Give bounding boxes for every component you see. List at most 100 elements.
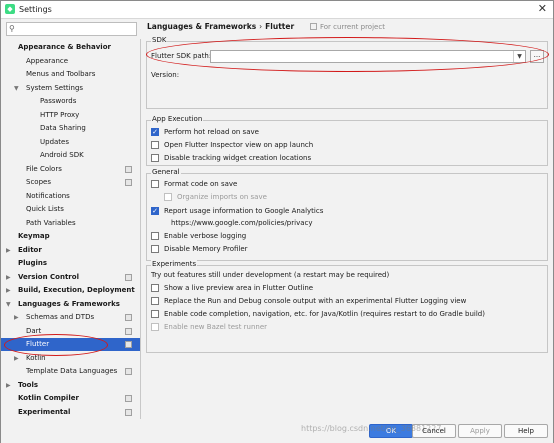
privacy-link[interactable]: https://www.google.com/policies/privacy xyxy=(171,218,313,229)
disable-tracking-checkbox[interactable] xyxy=(151,154,159,162)
experiments-title: Experiments xyxy=(151,260,198,268)
tree-item-android-sdk[interactable]: Android SDK xyxy=(1,149,140,162)
settings-search-input[interactable]: ⚲ xyxy=(6,22,137,36)
live-preview-checkbox[interactable] xyxy=(151,284,159,292)
chevron-down-icon[interactable]: ▼ xyxy=(513,51,525,62)
general-title: General xyxy=(151,168,181,176)
breadcrumb: Languages & Frameworks › Flutter xyxy=(147,22,294,31)
tree-item-version-control[interactable]: ▶ Version Control xyxy=(1,271,140,284)
experiments-intro-text: Try out features still under development… xyxy=(151,271,390,279)
collapse-arrow-icon[interactable]: ▶ xyxy=(6,379,11,392)
tree-item-label: Flutter xyxy=(26,340,50,348)
logging-view-label: Replace the Run and Debug console output… xyxy=(164,297,467,305)
tree-item-label: Languages & Frameworks xyxy=(18,299,120,308)
verbose-logging-checkbox[interactable] xyxy=(151,232,159,240)
hot-reload-checkbox[interactable]: ✓ xyxy=(151,128,159,136)
tree-item-label: HTTP Proxy xyxy=(40,110,80,119)
tree-item-notifications[interactable]: Notifications xyxy=(1,190,140,203)
flutter-settings-panel: Languages & Frameworks › Flutter For curre… xyxy=(142,20,553,418)
tree-item-appearance-behavior[interactable]: Appearance & Behavior xyxy=(1,41,140,54)
tree-item-kotlin[interactable]: ▶ Kotlin xyxy=(1,352,140,365)
open-inspector-checkbox[interactable] xyxy=(151,141,159,149)
java-kotlin-checkbox[interactable] xyxy=(151,310,159,318)
bazel-runner-label: Enable new Bazel test runner xyxy=(164,323,268,331)
close-icon[interactable]: ✕ xyxy=(538,2,547,15)
browse-sdk-button[interactable]: ... xyxy=(530,50,544,63)
project-scope-icon xyxy=(125,179,132,186)
tree-item-label: Updates xyxy=(40,137,69,146)
tree-item-build-execution-deployment[interactable]: ▶ Build, Execution, Deployment xyxy=(1,284,140,297)
tree-item-languages-frameworks[interactable]: ▼ Languages & Frameworks xyxy=(1,298,140,311)
project-icon xyxy=(310,23,317,30)
tree-item-kotlin-compiler[interactable]: Kotlin Compiler xyxy=(1,392,140,405)
report-usage-checkbox[interactable]: ✓ xyxy=(151,207,159,215)
collapse-arrow-icon[interactable]: ▶ xyxy=(14,352,19,365)
tree-item-plugins[interactable]: Plugins xyxy=(1,257,140,270)
settings-tree: Appearance & Behavior Appearance Menus and… xyxy=(1,39,141,419)
tree-item-experimental[interactable]: Experimental xyxy=(1,406,140,419)
tree-item-data-sharing[interactable]: Data Sharing xyxy=(1,122,140,135)
flutter-sdk-path-field[interactable]: ▼ xyxy=(210,50,526,63)
tree-item-label: System Settings xyxy=(26,83,84,92)
bazel-runner-checkbox xyxy=(151,323,159,331)
sdk-group-title: SDK xyxy=(151,36,168,44)
expand-arrow-icon[interactable]: ▼ xyxy=(6,298,11,311)
experiments-intro: Try out features still under development… xyxy=(151,270,389,281)
format-code-label: Format code on save xyxy=(164,180,238,188)
tree-item-label: Tools xyxy=(18,380,39,389)
app-execution-title: App Execution xyxy=(151,115,204,123)
verbose-logging-label: Enable verbose logging xyxy=(164,232,247,240)
collapse-arrow-icon[interactable]: ▶ xyxy=(6,244,11,257)
tree-item-schemas-and-dtds[interactable]: ▶ Schemas and DTDs xyxy=(1,311,140,324)
tree-item-dart[interactable]: Dart xyxy=(1,325,140,338)
for-current-project-note: For current project xyxy=(310,23,385,31)
tree-item-tools[interactable]: ▶ Tools xyxy=(1,379,140,392)
collapse-arrow-icon[interactable]: ▶ xyxy=(6,271,11,284)
project-scope-icon xyxy=(125,341,132,348)
project-scope-icon xyxy=(125,314,132,321)
expand-arrow-icon[interactable]: ▼ xyxy=(14,82,19,95)
tree-item-menus-and-toolbars[interactable]: Menus and Toolbars xyxy=(1,68,140,81)
tree-item-keymap[interactable]: Keymap xyxy=(1,230,140,243)
tree-item-label: Scopes xyxy=(26,178,51,186)
tree-item-updates[interactable]: Updates xyxy=(1,136,140,149)
collapse-arrow-icon[interactable]: ▶ xyxy=(14,311,19,324)
live-preview-label: Show a live preview area in Flutter Outl… xyxy=(164,284,314,292)
format-code-checkbox[interactable] xyxy=(151,180,159,188)
project-scope-icon xyxy=(125,165,132,173)
tree-item-scopes[interactable]: Scopes xyxy=(1,176,140,189)
tree-item-file-colors[interactable]: File Colors xyxy=(1,163,140,176)
sdk-group: SDK Flutter SDK path: ▼ ... Version: xyxy=(146,36,549,109)
tree-item-flutter[interactable]: Flutter xyxy=(1,338,140,351)
tree-item-quick-lists[interactable]: Quick Lists xyxy=(1,203,140,216)
logging-view-checkbox[interactable] xyxy=(151,297,159,305)
tree-item-template-data-languages[interactable]: Template Data Languages xyxy=(1,365,140,378)
tree-item-appearance[interactable]: Appearance xyxy=(1,55,140,68)
open-inspector-label: Open Flutter Inspector view on app launc… xyxy=(164,141,314,149)
app-execution-group: App Execution ✓ Perform hot reload on sav… xyxy=(146,115,548,166)
tree-item-label: Quick Lists xyxy=(26,205,64,213)
tree-item-label: File Colors xyxy=(26,164,62,173)
general-group: General Format code on save Organize imp… xyxy=(146,168,548,261)
tree-item-label: Path Variables xyxy=(26,218,76,227)
tree-item-editor[interactable]: ▶ Editor xyxy=(1,244,140,257)
organize-imports-checkbox xyxy=(164,193,172,201)
title-bar: ◆ Settings ✕ xyxy=(1,1,553,19)
tree-item-label: Experimental xyxy=(18,407,71,416)
tree-item-passwords[interactable]: Passwords xyxy=(1,95,140,108)
disable-memory-checkbox[interactable] xyxy=(151,245,159,253)
tree-item-label: Appearance xyxy=(26,56,69,65)
tree-item-label: Kotlin Compiler xyxy=(18,394,79,402)
collapse-arrow-icon[interactable]: ▶ xyxy=(6,284,11,297)
help-button[interactable]: Help xyxy=(504,424,548,438)
tree-item-path-variables[interactable]: Path Variables xyxy=(1,217,140,230)
disable-tracking-label: Disable tracking widget creation locatio… xyxy=(164,154,312,162)
organize-imports-label: Organize imports on save xyxy=(177,193,267,201)
tree-item-label: Passwords xyxy=(40,97,77,105)
apply-button[interactable]: Apply xyxy=(458,424,502,438)
tree-item-label: Appearance & Behavior xyxy=(18,43,111,51)
tree-item-system-settings[interactable]: ▼ System Settings xyxy=(1,82,140,95)
android-studio-icon: ◆ xyxy=(5,4,15,14)
tree-item-http-proxy[interactable]: HTTP Proxy xyxy=(1,109,140,122)
report-usage-label: Report usage information to Google Analy… xyxy=(164,207,324,215)
